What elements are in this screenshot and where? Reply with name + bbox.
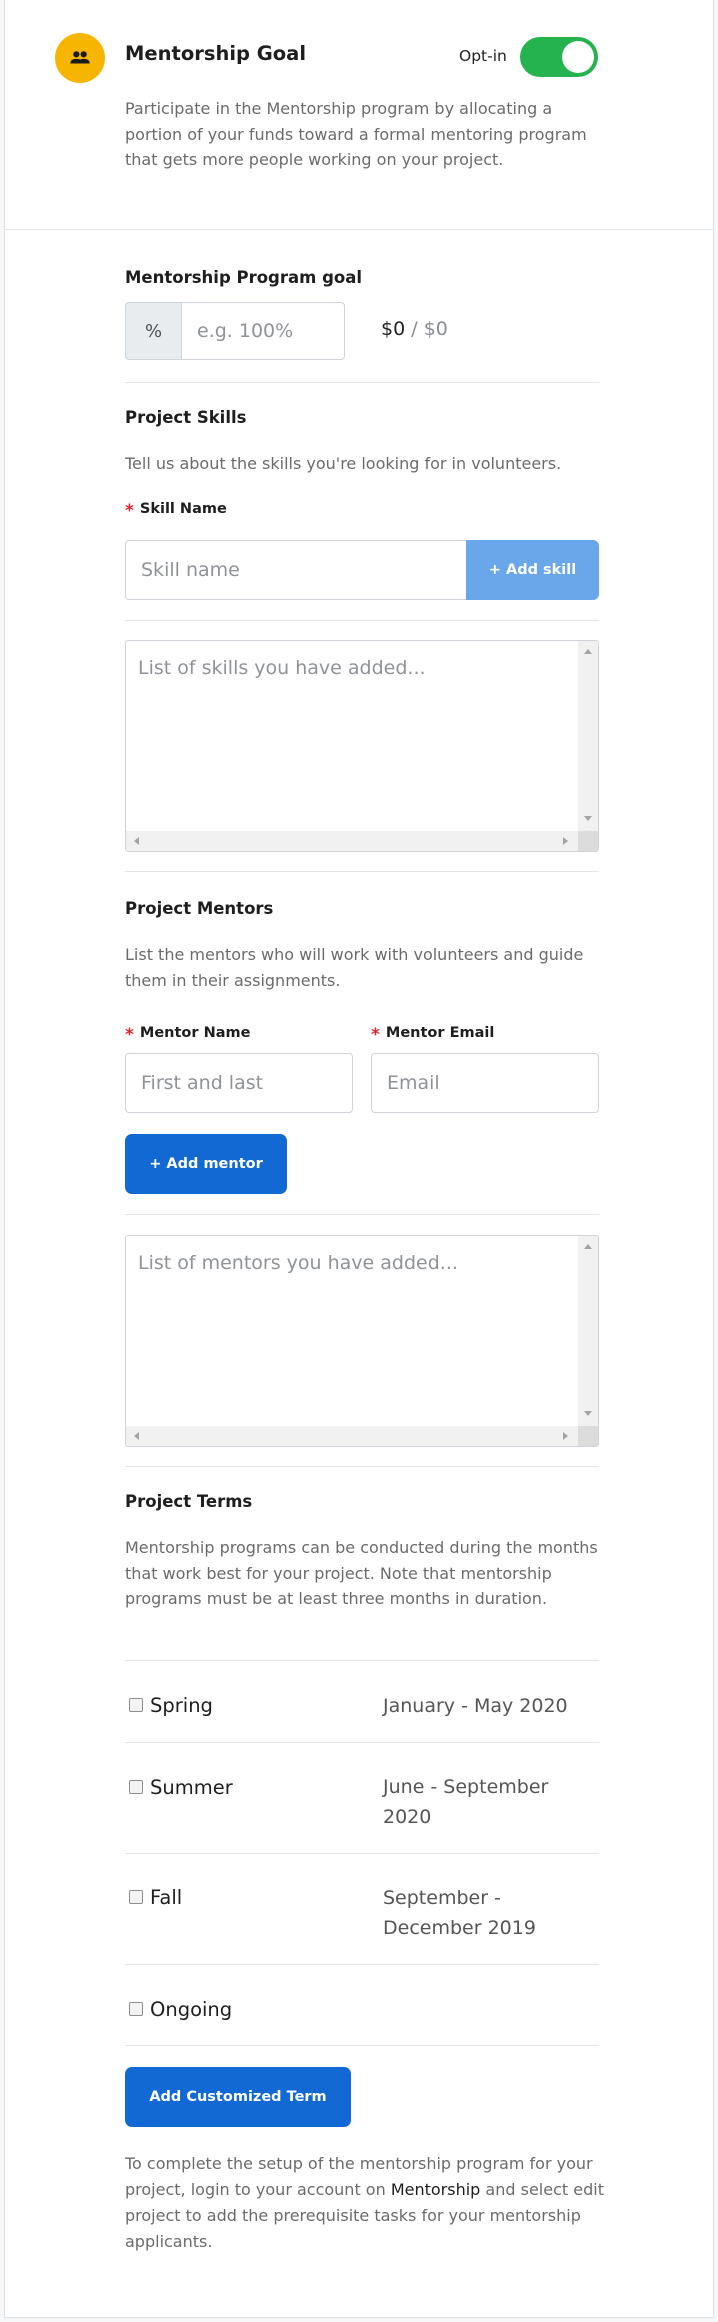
optin-toggle[interactable]: [520, 37, 598, 77]
divider: [125, 1214, 599, 1215]
mentor-email-input[interactable]: [371, 1053, 599, 1113]
divider: [125, 1466, 599, 1467]
toggle-knob: [562, 41, 594, 73]
term-checkbox-ongoing[interactable]: [129, 2002, 143, 2016]
mentor-email-label: * Mentor Email: [371, 1022, 495, 1045]
scroll-right-icon[interactable]: [563, 837, 568, 845]
goal-separator: /: [411, 318, 418, 340]
skill-name-input[interactable]: [125, 540, 467, 600]
goal-raised: $0: [381, 318, 406, 340]
term-name-ongoing: Ongoing: [150, 1998, 233, 2021]
people-glyph: [70, 51, 90, 64]
terms-description: Mentorship programs can be conducted dur…: [125, 1538, 598, 1608]
mentors-list[interactable]: [125, 1235, 599, 1447]
resize-handle[interactable]: [578, 1426, 598, 1446]
divider: [125, 1660, 599, 1661]
setup-instructions: To complete the setup of the mentorship …: [125, 2151, 610, 2255]
skill-name-label-text: Skill Name: [139, 501, 227, 517]
mentorship-goal-card: Mentorship Goal Opt-in Participate in th…: [4, 0, 714, 2318]
mentor-name-label: * Mentor Name: [125, 1022, 251, 1045]
divider: [125, 1742, 599, 1743]
page-title: Mentorship Goal: [125, 42, 307, 65]
divider: [125, 871, 599, 872]
optin-label: Opt-in: [459, 47, 507, 65]
vertical-scrollbar[interactable]: [578, 1236, 598, 1426]
goal-title: Mentorship Program goal: [125, 268, 363, 287]
horizontal-scrollbar[interactable]: [126, 831, 578, 851]
add-skill-button[interactable]: + Add skill: [466, 540, 599, 600]
resize-handle[interactable]: [578, 831, 598, 851]
skills-title: Project Skills: [125, 408, 247, 427]
scroll-right-icon[interactable]: [563, 1432, 568, 1440]
mentor-name-label-text: Mentor Name: [139, 1025, 251, 1041]
term-name-spring: Spring: [150, 1694, 213, 1717]
goal-target: $0: [423, 318, 448, 340]
goal-amount: $0 / $0: [381, 318, 448, 340]
divider: [125, 620, 599, 621]
term-dates-fall: September - December 2019: [383, 1887, 536, 1939]
program-description: Participate in the Mentorship program by…: [125, 99, 587, 169]
card-header: Mentorship Goal Opt-in Participate in th…: [5, 0, 713, 230]
scroll-left-icon[interactable]: [134, 837, 139, 845]
scroll-up-icon[interactable]: [584, 649, 592, 654]
term-checkbox-summer[interactable]: [129, 1780, 143, 1794]
mentors-description: List the mentors who will work with volu…: [125, 945, 584, 990]
add-customized-term-button[interactable]: Add Customized Term: [125, 2067, 351, 2127]
skills-description: Tell us about the skills you're looking …: [125, 454, 562, 473]
scroll-left-icon[interactable]: [134, 1432, 139, 1440]
term-dates-spring: January - May 2020: [383, 1695, 568, 1717]
horizontal-scrollbar[interactable]: [126, 1426, 578, 1446]
divider: [125, 1853, 599, 1854]
term-dates-summer: June - September 2020: [383, 1776, 549, 1828]
percent-addon: %: [125, 302, 181, 360]
divider: [125, 382, 599, 383]
required-asterisk: *: [371, 1025, 380, 1045]
skills-list[interactable]: [125, 640, 599, 852]
term-checkbox-fall[interactable]: [129, 1890, 143, 1904]
terms-title: Project Terms: [125, 1492, 253, 1511]
add-mentor-button[interactable]: + Add mentor: [125, 1134, 287, 1194]
divider: [125, 2045, 599, 2046]
divider: [125, 1964, 599, 1965]
group-icon: [55, 33, 105, 83]
term-name-summer: Summer: [150, 1776, 233, 1799]
goal-percent-input[interactable]: [181, 302, 345, 360]
scroll-up-icon[interactable]: [584, 1244, 592, 1249]
term-name-fall: Fall: [150, 1886, 183, 1909]
scroll-down-icon[interactable]: [584, 816, 592, 821]
mentorship-link[interactable]: Mentorship: [391, 2180, 481, 2199]
mentors-list-textarea[interactable]: [126, 1236, 578, 1426]
required-asterisk: *: [125, 501, 134, 521]
skills-list-textarea[interactable]: [126, 641, 578, 831]
required-asterisk: *: [125, 1025, 134, 1045]
mentors-title: Project Mentors: [125, 899, 274, 918]
mentor-email-label-text: Mentor Email: [385, 1025, 495, 1041]
skill-name-label: * Skill Name: [125, 498, 227, 521]
term-checkbox-spring[interactable]: [129, 1698, 143, 1712]
mentor-name-input[interactable]: [125, 1053, 353, 1113]
vertical-scrollbar[interactable]: [578, 641, 598, 831]
scroll-down-icon[interactable]: [584, 1411, 592, 1416]
